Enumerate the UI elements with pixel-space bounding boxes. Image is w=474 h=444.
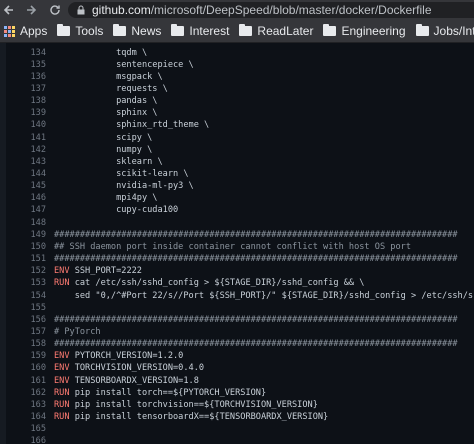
comment-text: # PyTorch <box>54 326 101 337</box>
code-text: cupy-cuda100 <box>54 205 179 216</box>
bookmark-folder-tools[interactable]: Tools <box>57 24 103 38</box>
code-text: scipy \ <box>54 132 153 143</box>
comment-text: ## SSH daemon port inside container cann… <box>54 241 411 252</box>
url-path: /microsoft/DeepSpeed/blob/master/docker/… <box>150 3 432 17</box>
line-number[interactable]: 166 <box>6 435 54 444</box>
code-text: PYTORCH_VERSION=1.2.0 <box>69 351 184 362</box>
lock-icon <box>77 5 85 15</box>
folder-icon <box>323 24 337 36</box>
comment-text: ########################################… <box>54 254 458 265</box>
dockerfile-keyword: ENV <box>54 363 70 374</box>
code-text: sklearn \ <box>54 156 163 167</box>
code-text: tqdm \ <box>54 47 148 58</box>
code-text: nvidia-ml-py3 \ <box>54 181 194 192</box>
folder-icon <box>415 24 429 36</box>
code-text: cat /etc/ssh/sshd_config > ${STAGE_DIR}/… <box>69 278 365 289</box>
bookmark-label: Interest <box>189 24 230 38</box>
dockerfile-keyword: RUN <box>54 278 70 289</box>
bookmark-apps[interactable]: Apps <box>4 24 47 38</box>
code-text: sphinx \ <box>54 108 158 119</box>
bookmark-folder-jobs[interactable]: Jobs/Interrnsips <box>415 24 474 38</box>
bookmark-folder-news[interactable]: News <box>113 24 161 38</box>
code-text: pip install torchvision==${TORCHVISION_V… <box>69 399 318 410</box>
code-text: requests \ <box>54 83 168 94</box>
dockerfile-keyword: ENV <box>54 351 70 362</box>
browser-toolbar: github.com/microsoft/DeepSpeed/blob/mast… <box>0 0 474 20</box>
arrow-left-icon[interactable] <box>0 0 18 20</box>
dockerfile-keyword: RUN <box>54 412 70 422</box>
code-text: sed "0,/^#Port 22/s//Port ${SSH_PORT}/" … <box>74 290 474 301</box>
arrow-right-icon[interactable] <box>22 0 40 20</box>
dockerfile-keyword: RUN <box>54 387 70 398</box>
code-text: pip install torch==${PYTORCH_VERSION} <box>69 387 267 398</box>
folder-icon <box>171 24 185 36</box>
folder-icon <box>113 24 127 36</box>
code-line: 166 <box>6 435 474 444</box>
code-text: TENSORBOARDX_VERSION=1.8 <box>69 375 199 386</box>
folder-icon <box>57 24 71 36</box>
comment-text: ########################################… <box>54 339 458 350</box>
code-view: 134 tqdm \ 135 sentencepiece \ 136 msgpack… <box>0 43 474 444</box>
bookmarks-bar: Apps Tools News Interest ReadLater Engin… <box>0 20 474 43</box>
dockerfile-keyword: ENV <box>54 266 70 277</box>
bookmark-label: Engineering <box>341 24 406 38</box>
bookmark-label: ReadLater <box>257 24 314 38</box>
apps-grid-icon <box>4 25 15 37</box>
bookmark-label: Apps <box>20 24 48 38</box>
bookmark-folder-engineering[interactable]: Engineering <box>323 24 406 38</box>
code-text: pandas \ <box>54 96 158 107</box>
bookmark-folder-readlater[interactable]: ReadLater <box>239 24 313 38</box>
bookmark-label: News <box>131 24 162 38</box>
code-text: SSH_PORT=2222 <box>69 266 142 277</box>
code-text: msgpack \ <box>54 71 163 82</box>
code-text: sentencepiece \ <box>54 59 194 70</box>
code-text: mpi4py \ <box>54 193 158 204</box>
dockerfile-keyword: ENV <box>54 375 70 386</box>
dockerfile-keyword: RUN <box>54 399 70 410</box>
bookmark-folder-interest[interactable]: Interest <box>171 24 229 38</box>
address-bar[interactable]: github.com/microsoft/DeepSpeed/blob/mast… <box>68 2 474 18</box>
code-text: pip install tensorboardX==${TENSORBOARDX… <box>69 412 329 422</box>
bookmark-label: Tools <box>75 24 104 38</box>
code-text: scikit-learn \ <box>54 169 189 179</box>
comment-text: ########################################… <box>54 314 458 325</box>
reload-icon[interactable] <box>46 0 64 20</box>
code-text: numpy \ <box>54 144 153 155</box>
code-text: sphinx_rtd_theme \ <box>54 120 210 131</box>
comment-text: ########################################… <box>54 229 458 240</box>
url-domain: github.com <box>92 3 151 17</box>
bookmark-label: Jobs/Interrnsips <box>433 24 474 38</box>
code-text: TORCHVISION_VERSION=0.4.0 <box>69 363 205 374</box>
folder-icon <box>239 24 253 36</box>
